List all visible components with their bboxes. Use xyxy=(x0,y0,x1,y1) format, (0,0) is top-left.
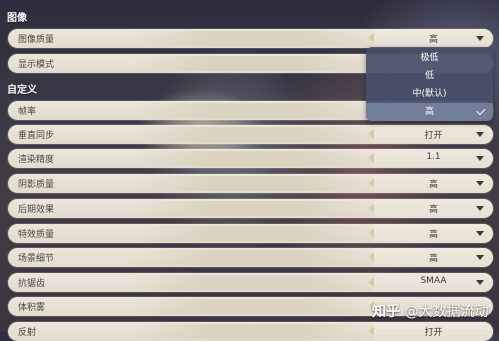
setting-label: 渲染精度 xyxy=(18,155,55,165)
watermark: 知乎 @大数据流动 xyxy=(372,301,488,321)
setting-row-effects-quality[interactable]: 特效质量 高 xyxy=(8,224,493,243)
setting-label: 垂直同步 xyxy=(18,131,55,141)
setting-row-scene-detail[interactable]: 场景细节 高 xyxy=(8,248,493,267)
post-effects-select[interactable]: 高 xyxy=(374,199,493,218)
row-divider xyxy=(133,226,378,241)
row-divider xyxy=(133,31,378,46)
row-divider xyxy=(133,250,378,265)
render-precision-select[interactable]: 1.1 xyxy=(374,149,493,168)
watermark-at: @ xyxy=(404,304,419,320)
setting-label: 体积雾 xyxy=(18,303,46,313)
dropdown-option-label: 高 xyxy=(424,107,434,117)
dropdown-option-low[interactable]: 低 xyxy=(366,67,493,85)
chevron-down-icon xyxy=(476,132,484,137)
section-title-custom: 自定义 xyxy=(7,85,37,96)
section-title-image: 图像 xyxy=(7,13,27,24)
chevron-down-icon xyxy=(476,181,484,186)
image-quality-select[interactable]: 高 xyxy=(374,29,493,48)
image-quality-dropdown-menu: 极低 低 中(默认) 高 xyxy=(366,47,493,121)
vsync-select[interactable]: 打开 xyxy=(374,125,493,144)
chevron-down-icon xyxy=(476,255,484,260)
chevron-down-icon xyxy=(476,280,484,285)
row-divider xyxy=(133,151,378,166)
setting-label: 阴影质量 xyxy=(18,180,55,190)
row-divider xyxy=(133,103,378,118)
dropdown-option-high[interactable]: 高 xyxy=(366,103,493,121)
chevron-down-icon xyxy=(476,231,484,236)
chevron-down-icon xyxy=(476,206,484,211)
dropdown-option-medium-default[interactable]: 中(默认) xyxy=(366,85,493,103)
setting-row-shadow-quality[interactable]: 阴影质量 高 xyxy=(8,174,493,193)
setting-row-vsync[interactable]: 垂直同步 打开 xyxy=(8,125,493,144)
row-divider xyxy=(133,299,378,314)
setting-label: 后期效果 xyxy=(18,205,55,215)
setting-row-post-effects[interactable]: 后期效果 高 xyxy=(8,199,493,218)
setting-row-render-precision[interactable]: 渲染精度 1.1 xyxy=(8,149,493,168)
row-divider xyxy=(133,275,378,290)
shadow-quality-select[interactable]: 高 xyxy=(374,174,493,193)
setting-label: 特效质量 xyxy=(18,230,55,240)
check-icon xyxy=(476,105,486,116)
dropdown-option-lowest[interactable]: 极低 xyxy=(366,49,493,67)
setting-label: 帧率 xyxy=(18,107,37,117)
row-divider xyxy=(133,127,378,142)
chevron-down-icon xyxy=(476,36,484,41)
setting-label: 抗锯齿 xyxy=(18,279,46,289)
setting-label: 图像质量 xyxy=(18,35,55,45)
row-divider xyxy=(133,176,378,191)
chevron-down-icon xyxy=(476,156,484,161)
effects-quality-select[interactable]: 高 xyxy=(374,224,493,243)
row-divider xyxy=(133,201,378,216)
setting-row-image-quality[interactable]: 图像质量 高 xyxy=(8,29,493,48)
watermark-logo: 知乎 xyxy=(372,304,400,320)
watermark-account: 大数据流动 xyxy=(418,304,489,320)
row-divider xyxy=(133,56,378,71)
setting-label: 场景细节 xyxy=(18,254,55,264)
anti-aliasing-select[interactable]: SMAA xyxy=(374,273,493,292)
setting-row-anti-aliasing[interactable]: 抗锯齿 SMAA xyxy=(8,273,493,292)
scene-detail-select[interactable]: 高 xyxy=(374,248,493,267)
setting-label: 显示模式 xyxy=(18,60,55,70)
